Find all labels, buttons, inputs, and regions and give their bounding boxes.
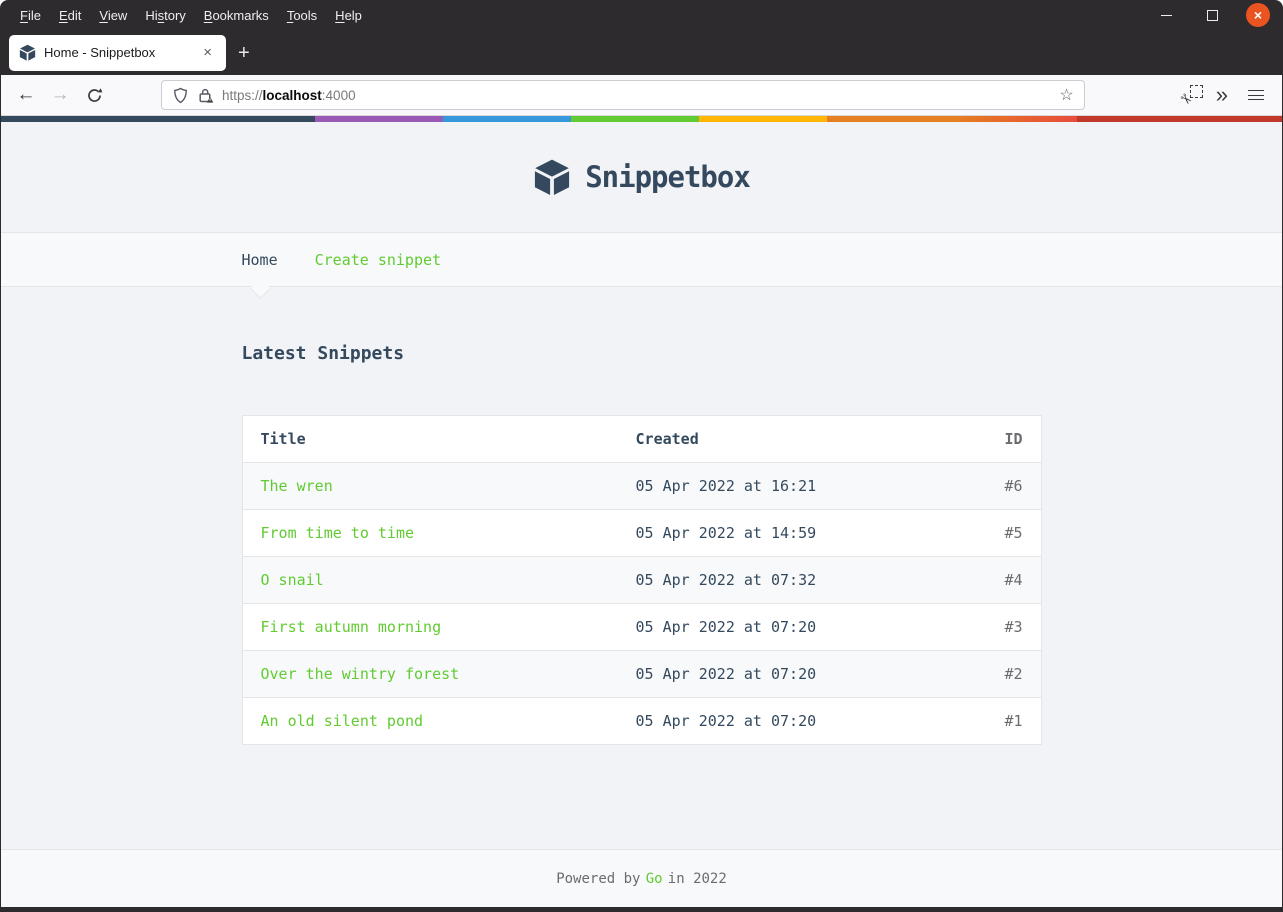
snippet-title-cell: O snail [242, 556, 618, 604]
back-button[interactable]: ← [9, 80, 43, 110]
footer-go-link[interactable]: Go [646, 871, 663, 887]
footer-prefix: Powered by [556, 870, 641, 887]
window-controls: × [1132, 3, 1282, 27]
browser-window: File Edit View History Bookmarks Tools H… [0, 0, 1283, 912]
url-scheme: https:// [222, 87, 263, 103]
snippet-link[interactable]: An old silent pond [261, 712, 424, 730]
snippet-id-cell: #1 [955, 697, 1041, 745]
snippet-row: From time to time 05 Apr 2022 at 14:59 #… [242, 509, 1041, 557]
snippet-row: An old silent pond 05 Apr 2022 at 07:20 … [242, 697, 1041, 745]
snippet-title-cell: An old silent pond [242, 697, 618, 745]
snippet-title-cell: The wren [242, 462, 618, 510]
snippet-row: The wren 05 Apr 2022 at 16:21 #6 [242, 462, 1041, 510]
close-button[interactable]: × [1246, 3, 1270, 27]
snippet-created-cell: 05 Apr 2022 at 16:21 [617, 462, 956, 510]
menu-edit[interactable]: Edit [50, 5, 90, 26]
site-header: Snippetbox [1, 122, 1282, 233]
menu-bar: File Edit View History Bookmarks Tools H… [1, 0, 1282, 30]
snippet-title-cell: First autumn morning [242, 603, 618, 651]
snippet-row: O snail 05 Apr 2022 at 07:32 #4 [242, 556, 1041, 604]
menu-bookmarks[interactable]: Bookmarks [195, 5, 278, 26]
menu-tools[interactable]: Tools [278, 5, 326, 26]
snippet-created-cell: 05 Apr 2022 at 07:32 [617, 556, 956, 604]
snippet-id-cell: #3 [955, 603, 1041, 651]
table-body: The wren 05 Apr 2022 at 16:21 #6 From ti… [242, 462, 1041, 745]
close-icon: × [1253, 7, 1263, 23]
maximize-button[interactable] [1200, 3, 1224, 27]
url-bar[interactable]: https://localhost:4000 ☆ [161, 80, 1085, 110]
menu-help[interactable]: Help [326, 5, 371, 26]
snippet-link[interactable]: Over the wintry forest [261, 665, 460, 683]
new-tab-button[interactable]: + [226, 41, 262, 65]
favicon-cube-icon [19, 44, 36, 61]
snippet-link[interactable]: The wren [261, 477, 333, 495]
snippet-row: First autumn morning 05 Apr 2022 at 07:2… [242, 603, 1041, 651]
snippet-id-cell: #4 [955, 556, 1041, 604]
reload-button[interactable] [77, 80, 111, 110]
snippet-created-cell: 05 Apr 2022 at 07:20 [617, 697, 956, 745]
navigation-toolbar: ← → https://localhost:4000 ☆ ✂ » [1, 75, 1282, 116]
shield-icon[interactable] [172, 87, 189, 104]
nav-link-create-snippet[interactable]: Create snippet [315, 251, 441, 269]
column-header-title: Title [242, 415, 618, 463]
bookmark-star-icon[interactable]: ☆ [1059, 85, 1073, 105]
app-menu-button[interactable] [1244, 83, 1268, 107]
tab-bar: Home - Snippetbox × + [1, 30, 1282, 75]
snippet-link[interactable]: O snail [261, 571, 324, 589]
snippetbox-logo-icon[interactable] [533, 158, 571, 196]
snippet-created-cell: 05 Apr 2022 at 07:20 [617, 650, 956, 698]
url-port: :4000 [321, 87, 356, 103]
site-footer: Powered by Go in 2022 [1, 849, 1282, 907]
maximize-icon [1206, 9, 1218, 21]
tab-close-icon[interactable]: × [199, 43, 216, 62]
screenshot-button[interactable]: ✂ [1176, 83, 1204, 109]
column-header-created: Created [617, 415, 956, 463]
tab-home-snippetbox[interactable]: Home - Snippetbox × [9, 34, 226, 71]
snippet-id-cell: #2 [955, 650, 1041, 698]
tab-title: Home - Snippetbox [44, 45, 156, 60]
snippets-table: Title Created ID The wren 05 Apr 2022 at… [241, 415, 1042, 745]
nav-link-home[interactable]: Home [242, 251, 278, 269]
main-content: Latest Snippets Title Created ID The wre… [241, 287, 1042, 849]
menu-view[interactable]: View [90, 5, 136, 26]
snippet-created-cell: 05 Apr 2022 at 07:20 [617, 603, 956, 651]
forward-button[interactable]: → [43, 80, 77, 110]
footer-suffix: in 2022 [667, 870, 727, 887]
menu-history[interactable]: History [136, 5, 194, 26]
footer-text: Powered by Go in 2022 [556, 871, 727, 887]
site-nav: Home Create snippet [1, 233, 1282, 287]
table-header-row: Title Created ID [242, 415, 1041, 463]
url-text: https://localhost:4000 [222, 88, 356, 103]
snippet-link[interactable]: First autumn morning [261, 618, 442, 636]
reload-icon [87, 87, 102, 102]
minimize-icon [1160, 14, 1172, 16]
snippet-row: Over the wintry forest 05 Apr 2022 at 07… [242, 650, 1041, 698]
snippet-id-cell: #6 [955, 462, 1041, 510]
site-title[interactable]: Snippetbox [585, 160, 751, 194]
page-title: Latest Snippets [241, 343, 405, 364]
snippet-title-cell: From time to time [242, 509, 618, 557]
column-header-id: ID [955, 415, 1041, 463]
minimize-button[interactable] [1154, 3, 1178, 27]
snippet-created-cell: 05 Apr 2022 at 14:59 [617, 509, 956, 557]
url-host: localhost [262, 87, 322, 103]
overflow-menu-button[interactable]: » [1210, 84, 1232, 106]
menu-file[interactable]: File [11, 5, 50, 26]
lock-warning-icon[interactable] [197, 87, 214, 104]
snippet-link[interactable]: From time to time [261, 524, 415, 542]
toolbar-right-icons: ✂ » [1176, 83, 1274, 109]
snippet-id-cell: #5 [955, 509, 1041, 557]
page-content: Snippetbox Home Create snippet Latest Sn… [1, 122, 1282, 907]
snippet-title-cell: Over the wintry forest [242, 650, 618, 698]
